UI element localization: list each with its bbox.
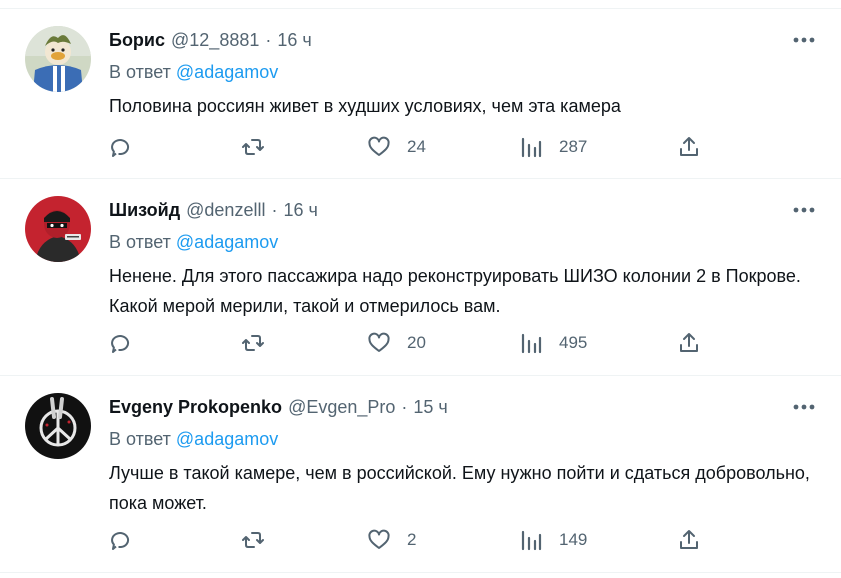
share-icon <box>680 137 698 156</box>
view-count: 149 <box>559 530 588 549</box>
tweet[interactable]: Шизойд @denzelll · 16 ч В ответ @adagamo… <box>0 179 841 376</box>
display-name[interactable]: Шизойд <box>109 198 180 222</box>
views-button[interactable]: 287 <box>519 134 587 160</box>
like-button[interactable]: 20 <box>367 330 426 356</box>
tweet[interactable]: Борис @12_8881 · 16 ч В ответ @adagamov … <box>0 9 841 179</box>
heart-icon <box>368 136 390 156</box>
timestamp[interactable]: 16 ч <box>277 28 311 52</box>
timestamp[interactable]: 16 ч <box>283 198 317 222</box>
heart-icon <box>368 529 390 549</box>
reply-context: В ответ @adagamov <box>109 427 278 451</box>
reply-mention-link[interactable]: @adagamov <box>176 232 278 252</box>
reply-prefix: В ответ <box>109 62 171 82</box>
view-count: 287 <box>559 137 588 156</box>
reply-mention-link[interactable]: @adagamov <box>176 62 278 82</box>
retweet-icon <box>242 532 264 548</box>
share-icon <box>680 530 698 549</box>
share-button[interactable] <box>677 330 701 356</box>
avatar[interactable] <box>25 26 91 92</box>
retweet-button[interactable] <box>241 527 265 553</box>
reply-icon <box>111 139 130 157</box>
avatar[interactable] <box>25 196 91 262</box>
views-icon <box>521 530 542 551</box>
more-icon[interactable] <box>791 29 817 51</box>
tweet[interactable]: Evgeny Prokopenko @Evgen_Pro · 15 ч В от… <box>0 376 841 573</box>
reply-prefix: В ответ <box>109 232 171 252</box>
display-name[interactable]: Борис <box>109 28 165 52</box>
user-handle[interactable]: @denzelll <box>186 198 265 222</box>
share-button[interactable] <box>677 527 701 553</box>
like-count: 2 <box>407 530 417 549</box>
reply-feed: Борис @12_8881 · 16 ч В ответ @adagamov … <box>0 0 841 578</box>
tweet-text: Половина россиян живет в худших условиях… <box>109 96 621 116</box>
retweet-icon <box>242 335 264 351</box>
like-button[interactable]: 24 <box>367 134 426 160</box>
tweet-text: Ненене. Для этого пассажира надо реконст… <box>109 266 801 316</box>
share-button[interactable] <box>677 134 701 160</box>
tweet-header: Шизойд @denzelll · 16 ч <box>109 198 318 222</box>
reply-context: В ответ @adagamov <box>109 230 278 254</box>
like-count: 24 <box>407 137 426 156</box>
like-button[interactable]: 2 <box>367 527 416 553</box>
tweet-actions: 2 149 <box>109 527 709 553</box>
views-button[interactable]: 495 <box>519 330 587 356</box>
user-handle[interactable]: @12_8881 <box>171 28 259 52</box>
reply-icon <box>111 335 130 353</box>
views-icon <box>521 333 542 354</box>
tweet-header: Evgeny Prokopenko @Evgen_Pro · 15 ч <box>109 395 448 419</box>
share-icon <box>680 333 698 352</box>
reply-context: В ответ @adagamov <box>109 60 278 84</box>
separator-dot: · <box>271 200 278 220</box>
heart-icon <box>368 332 390 352</box>
retweet-button[interactable] <box>241 134 265 160</box>
timestamp[interactable]: 15 ч <box>413 395 447 419</box>
display-name[interactable]: Evgeny Prokopenko <box>109 395 282 419</box>
views-button[interactable]: 149 <box>519 527 587 553</box>
view-count: 495 <box>559 333 588 352</box>
reply-mention-link[interactable]: @adagamov <box>176 429 278 449</box>
more-icon[interactable] <box>791 199 817 221</box>
retweet-button[interactable] <box>241 330 265 356</box>
reply-button[interactable] <box>109 527 133 553</box>
reply-button[interactable] <box>109 134 133 160</box>
reply-button[interactable] <box>109 330 133 356</box>
tweet-header: Борис @12_8881 · 16 ч <box>109 28 312 52</box>
views-icon <box>521 137 542 158</box>
retweet-icon <box>242 139 264 155</box>
separator-dot: · <box>401 397 408 417</box>
reply-prefix: В ответ <box>109 429 171 449</box>
avatar[interactable] <box>25 393 91 459</box>
like-count: 20 <box>407 333 426 352</box>
more-icon[interactable] <box>791 396 817 418</box>
reply-icon <box>111 532 130 550</box>
user-handle[interactable]: @Evgen_Pro <box>288 395 395 419</box>
tweet-actions: 20 495 <box>109 330 709 356</box>
separator-dot: · <box>265 30 272 50</box>
tweet-text: Лучше в такой камере, чем в российской. … <box>109 463 810 513</box>
tweet-actions: 24 287 <box>109 134 709 160</box>
